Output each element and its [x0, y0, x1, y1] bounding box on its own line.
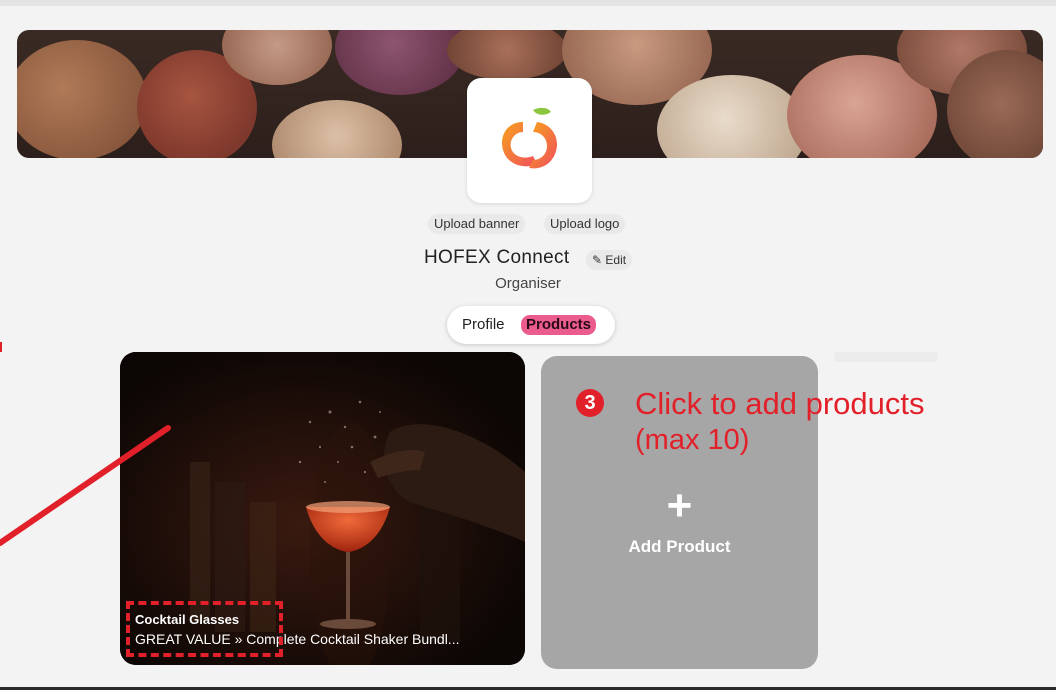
upload-banner-button[interactable]: Upload banner: [428, 214, 526, 234]
add-product-label: Add Product: [628, 537, 731, 556]
annotation-text: Click to add products: [635, 386, 925, 421]
organiser-role: Organiser: [495, 275, 561, 292]
profile-tabs: Profile Products: [447, 306, 615, 344]
edit-name-button[interactable]: ✎ Edit: [586, 250, 633, 270]
tab-products[interactable]: Products: [521, 315, 597, 335]
annotation-marker: [0, 342, 2, 352]
placeholder-strip: [834, 352, 938, 362]
organiser-logo: [467, 78, 592, 203]
cork-image: [17, 40, 147, 158]
edit-label: Edit: [605, 253, 627, 267]
cork-image: [447, 30, 567, 80]
pencil-icon: ✎: [592, 253, 603, 267]
tab-profile[interactable]: Profile: [462, 315, 505, 335]
upload-logo-button[interactable]: Upload logo: [544, 214, 626, 234]
annotation-subtext: (max 10): [635, 424, 750, 456]
fruit-logo-icon: [501, 107, 557, 168]
annotation-highlight-box: [126, 601, 283, 657]
step-number-badge: 3: [576, 389, 604, 417]
cork-image: [272, 100, 402, 158]
cork-image: [335, 30, 465, 95]
organiser-name: HOFEX Connect: [424, 247, 570, 268]
plus-icon: +: [666, 481, 693, 530]
